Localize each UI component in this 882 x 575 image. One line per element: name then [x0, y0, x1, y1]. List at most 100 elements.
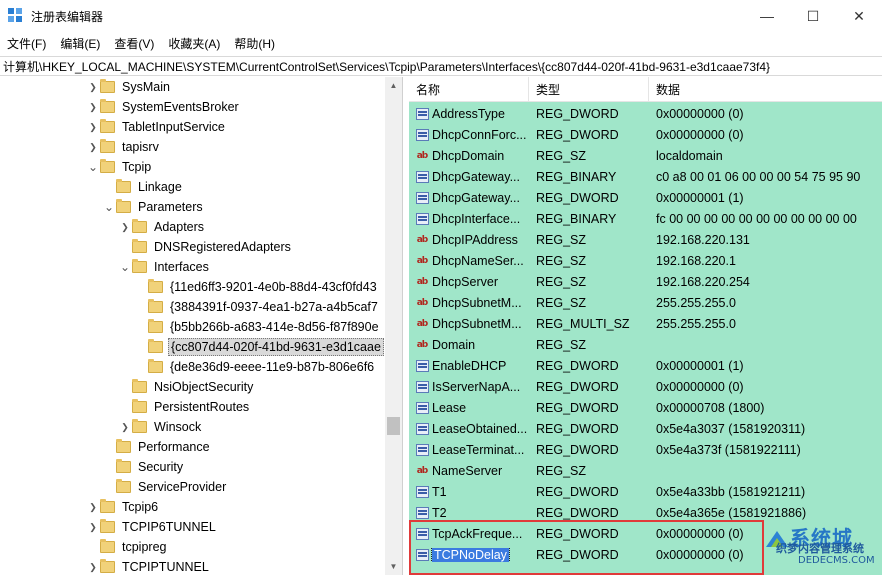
value-row[interactable]: ab DhcpSubnetM... REG_SZ 255.255.255.0	[409, 292, 882, 313]
tree-node[interactable]: PersistentRoutes	[118, 397, 251, 417]
value-row[interactable]: ab NameServer REG_SZ	[409, 460, 882, 481]
tree-node-label: {b5bb266b-a683-414e-8d56-f87f890e	[170, 320, 379, 334]
value-name-cell: ab DhcpDomain	[409, 149, 529, 163]
tree-node[interactable]: DNSRegisteredAdapters	[118, 237, 293, 257]
value-data: 0x5e4a365e (1581921886)	[656, 505, 807, 520]
value-row[interactable]: LeaseTerminat... REG_DWORD 0x5e4a373f (158…	[409, 439, 882, 460]
value-row[interactable]: T1 REG_DWORD 0x5e4a33bb (1581921211)	[409, 481, 882, 502]
folder-icon	[100, 519, 115, 533]
value-row[interactable]: DhcpGateway... REG_BINARY c0 a8 00 01 06 0…	[409, 166, 882, 187]
value-type: REG_MULTI_SZ	[536, 316, 630, 331]
value-row[interactable]: DhcpGateway... REG_DWORD 0x00000001 (1)	[409, 187, 882, 208]
tree-node[interactable]: ❯ SystemEventsBroker	[86, 97, 241, 117]
tree-node[interactable]: Security	[102, 457, 185, 477]
value-row[interactable]: ab DhcpDomain REG_SZ localdomain	[409, 145, 882, 166]
value-row[interactable]: LeaseObtained... REG_DWORD 0x5e4a3037 (158…	[409, 418, 882, 439]
chevron-right-icon[interactable]: ❯	[118, 217, 132, 237]
tree-node[interactable]: {cc807d44-020f-41bd-9631-e3d1caae	[134, 337, 384, 357]
tree-node[interactable]: ⌄ Interfaces	[118, 257, 211, 277]
tree-scrollbar[interactable]: ▲ ▼	[385, 77, 402, 575]
binary-value-icon	[415, 506, 429, 519]
tree-node[interactable]: Performance	[102, 437, 212, 457]
value-type: REG_DWORD	[536, 442, 619, 457]
address-bar[interactable]: 计算机\HKEY_LOCAL_MACHINE\SYSTEM\CurrentCon…	[0, 56, 882, 76]
value-row[interactable]: ab Domain REG_SZ	[409, 334, 882, 355]
value-row[interactable]: ab DhcpSubnetM... REG_MULTI_SZ 255.255.255.…	[409, 313, 882, 334]
chevron-right-icon[interactable]: ❯	[86, 497, 100, 517]
scroll-thumb[interactable]	[387, 417, 400, 435]
menu-favorites[interactable]: 收藏夹(A)	[161, 35, 227, 52]
binary-value-icon	[415, 128, 429, 141]
menu-file[interactable]: 文件(F)	[0, 35, 53, 52]
value-name: DhcpServer	[432, 274, 498, 289]
value-type: REG_BINARY	[536, 169, 617, 184]
binary-value-icon	[415, 443, 429, 456]
value-name-cell: ab DhcpNameSer...	[409, 254, 529, 268]
value-row[interactable]: ab DhcpIPAddress REG_SZ 192.168.220.131	[409, 229, 882, 250]
value-row[interactable]: AddressType REG_DWORD 0x00000000 (0)	[409, 103, 882, 124]
tree-node[interactable]: {11ed6ff3-9201-4e0b-88d4-43cf0fd43	[134, 277, 379, 297]
folder-icon	[100, 119, 115, 133]
tree-node[interactable]: ⌄ Parameters	[102, 197, 205, 217]
chevron-right-icon[interactable]: ❯	[86, 117, 100, 137]
chevron-right-icon[interactable]: ❯	[86, 517, 100, 537]
folder-icon	[132, 239, 147, 253]
maximize-button[interactable]: ☐	[790, 0, 836, 32]
chevron-down-icon[interactable]: ⌄	[86, 157, 100, 177]
chevron-right-icon[interactable]: ❯	[86, 137, 100, 157]
column-type-header[interactable]: 类型	[529, 77, 649, 102]
value-row[interactable]: Lease REG_DWORD 0x00000708 (1800)	[409, 397, 882, 418]
value-row[interactable]: EnableDHCP REG_DWORD 0x00000001 (1)	[409, 355, 882, 376]
tree-node[interactable]: Linkage	[102, 177, 184, 197]
chevron-down-icon[interactable]: ⌄	[102, 197, 116, 217]
value-name: DhcpSubnetM...	[432, 295, 522, 310]
close-button[interactable]: ✕	[836, 0, 882, 32]
scroll-down-icon[interactable]: ▼	[385, 558, 402, 575]
value-row[interactable]: T2 REG_DWORD 0x5e4a365e (1581921886)	[409, 502, 882, 523]
folder-icon	[132, 379, 147, 393]
tree-node[interactable]: ❯ SysMain	[86, 77, 172, 97]
column-data-header[interactable]: 数据	[649, 77, 882, 102]
value-row[interactable]: ab DhcpServer REG_SZ 192.168.220.254	[409, 271, 882, 292]
tree-node[interactable]: tcpipreg	[86, 537, 168, 557]
value-row[interactable]: DhcpConnForc... REG_DWORD 0x00000000 (0)	[409, 124, 882, 145]
value-row[interactable]: ab DhcpNameSer... REG_SZ 192.168.220.1	[409, 250, 882, 271]
folder-icon	[148, 359, 163, 373]
chevron-right-icon[interactable]: ❯	[86, 557, 100, 575]
tree-node[interactable]: ❯ tapisrv	[86, 137, 161, 157]
menu-view[interactable]: 查看(V)	[107, 35, 161, 52]
tree-node[interactable]: {3884391f-0937-4ea1-b27a-a4b5caf7	[134, 297, 380, 317]
value-row[interactable]: DhcpInterface... REG_BINARY fc 00 00 00 00…	[409, 208, 882, 229]
tree-node[interactable]: ❯ Tcpip6	[86, 497, 160, 517]
chevron-down-icon[interactable]: ⌄	[118, 257, 132, 277]
column-name-header[interactable]: 名称	[409, 77, 529, 102]
scroll-up-icon[interactable]: ▲	[385, 77, 402, 94]
tree-node-label: {cc807d44-020f-41bd-9631-e3d1caae	[168, 338, 384, 356]
value-row[interactable]: IsServerNapA... REG_DWORD 0x00000000 (0)	[409, 376, 882, 397]
tree-node[interactable]: ❯ TabletInputService	[86, 117, 227, 137]
tree-node[interactable]: ServiceProvider	[102, 477, 228, 497]
chevron-right-icon[interactable]: ❯	[118, 417, 132, 437]
chevron-right-icon[interactable]: ❯	[86, 77, 100, 97]
tree-node[interactable]: ❯ TCPIP6TUNNEL	[86, 517, 218, 537]
tree-node[interactable]: ❯ TCPIPTUNNEL	[86, 557, 211, 575]
value-name-cell: ab DhcpServer	[409, 275, 529, 289]
tree-node[interactable]: ❯ Winsock	[118, 417, 203, 437]
menu-help[interactable]: 帮助(H)	[227, 35, 282, 52]
tree-node[interactable]: {de8e36d9-eeee-11e9-b87b-806e6f6	[134, 357, 376, 377]
minimize-button[interactable]: —	[744, 0, 790, 32]
tree-node[interactable]: ⌄ Tcpip	[86, 157, 153, 177]
tree-node[interactable]: ❯ Adapters	[118, 217, 206, 237]
value-name-cell: DhcpGateway...	[409, 170, 529, 184]
binary-value-icon	[415, 107, 429, 120]
value-type: REG_SZ	[536, 253, 587, 268]
folder-icon	[148, 279, 163, 293]
tree-node-label: DNSRegisteredAdapters	[154, 240, 291, 254]
tree-node[interactable]: NsiObjectSecurity	[118, 377, 255, 397]
chevron-right-icon[interactable]: ❯	[86, 97, 100, 117]
menu-edit[interactable]: 编辑(E)	[53, 35, 107, 52]
tree-node[interactable]: {b5bb266b-a683-414e-8d56-f87f890e	[134, 317, 381, 337]
